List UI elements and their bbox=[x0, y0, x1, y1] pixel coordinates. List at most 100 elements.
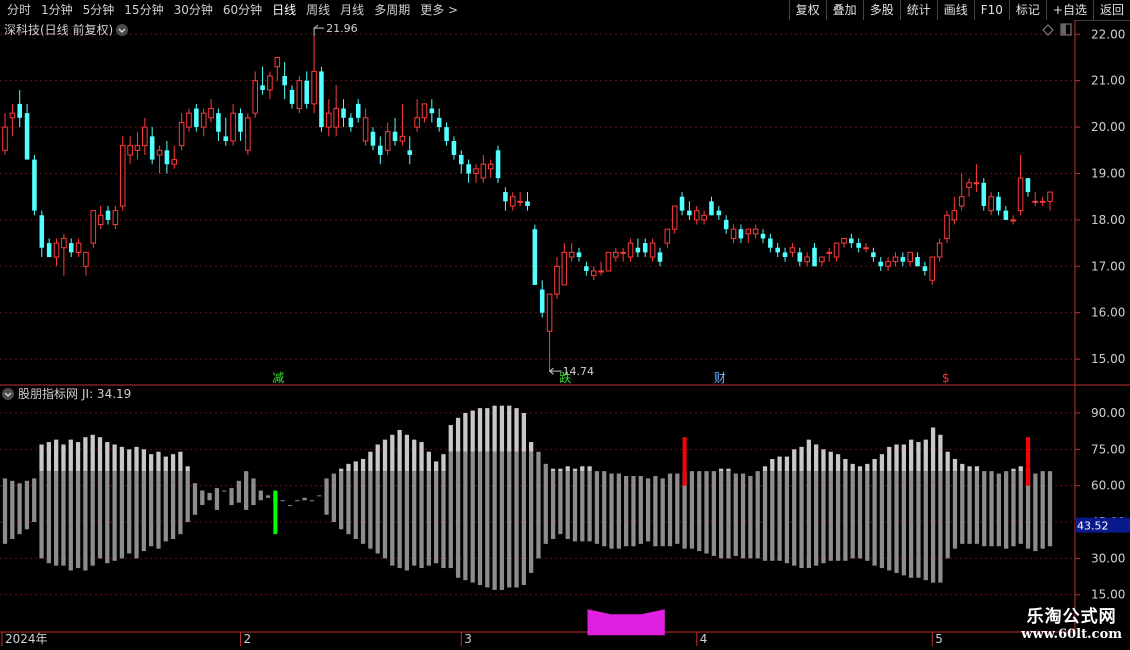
candle bbox=[768, 238, 773, 248]
indicator-bar bbox=[719, 471, 724, 559]
indicator-bar bbox=[280, 500, 285, 502]
candle bbox=[775, 247, 780, 253]
indicator-bar bbox=[258, 490, 263, 501]
indicator-bar-top bbox=[470, 410, 475, 452]
indicator-bar bbox=[17, 483, 22, 535]
candle bbox=[105, 210, 111, 220]
candle bbox=[216, 113, 221, 132]
indicator-bar-top bbox=[112, 444, 117, 472]
main-panel[interactable] bbox=[0, 20, 1075, 385]
indicator-bar bbox=[733, 473, 738, 556]
indicator-bar-top bbox=[141, 449, 146, 472]
indicator-bar bbox=[1040, 471, 1045, 549]
indicator-bar bbox=[404, 471, 410, 571]
indicator-bar-top bbox=[916, 442, 921, 472]
candle bbox=[745, 228, 752, 235]
candle bbox=[451, 141, 457, 155]
indicator-bar bbox=[134, 471, 139, 559]
indicator-bar bbox=[54, 471, 59, 566]
indicator-bar-top bbox=[463, 412, 468, 452]
date-axis-labels: 2024年23456 bbox=[1, 632, 943, 646]
indicator-bar-top bbox=[83, 437, 88, 472]
indicator-bar bbox=[521, 451, 526, 586]
candle bbox=[620, 251, 626, 254]
indicator-bar bbox=[879, 471, 885, 569]
indicator-series bbox=[2, 405, 1053, 636]
candle bbox=[200, 112, 207, 128]
indicator-bar bbox=[624, 475, 629, 547]
candle bbox=[679, 196, 685, 211]
indicator-bar-top bbox=[726, 468, 731, 472]
event-marker-0[interactable]: 减 bbox=[272, 371, 284, 385]
candle bbox=[378, 145, 383, 155]
indicator-bar bbox=[353, 471, 358, 539]
indicator-bar-top bbox=[448, 425, 453, 452]
candle bbox=[407, 150, 413, 155]
indicator-bar-top bbox=[792, 449, 797, 472]
candle bbox=[399, 135, 406, 142]
indicator-bar-top bbox=[799, 446, 804, 472]
event-marker-3[interactable]: $ bbox=[942, 371, 950, 385]
candle bbox=[826, 251, 833, 254]
indicator-title: 股朋指标网 bbox=[18, 386, 78, 401]
indicator-bar bbox=[149, 471, 154, 547]
indicator-bar bbox=[594, 471, 600, 544]
indicator-bar bbox=[536, 451, 541, 559]
indicator-bar-top bbox=[843, 459, 848, 472]
indicator-bar bbox=[901, 471, 906, 576]
indicator-bar bbox=[887, 471, 892, 571]
candle bbox=[83, 251, 89, 267]
event-marker-1[interactable]: 跌 bbox=[559, 370, 571, 385]
indicator-bar-top bbox=[339, 468, 344, 472]
candle bbox=[760, 233, 766, 239]
candle bbox=[311, 70, 317, 105]
indicator-bar bbox=[499, 451, 505, 590]
candle bbox=[1032, 200, 1039, 203]
indicator-bar bbox=[996, 473, 1001, 547]
indicator-bar-top bbox=[477, 408, 483, 452]
indicator-bar-top bbox=[879, 454, 885, 472]
indicator-bar bbox=[967, 471, 972, 544]
price-tick-label: 19.00 bbox=[1091, 166, 1125, 180]
indicator-bar-top bbox=[90, 434, 95, 472]
indicator-bar-top bbox=[419, 442, 424, 472]
candle bbox=[149, 136, 155, 160]
indicator-bar bbox=[295, 500, 300, 502]
candle bbox=[296, 80, 303, 110]
indicator-bar-top bbox=[397, 429, 402, 472]
axes: 15.00 16.00 17.00 18.00 19.00 20.00 21.00 22.00… bbox=[1075, 27, 1125, 602]
price-tick-label: 17.00 bbox=[1091, 259, 1125, 273]
indicator-bar bbox=[638, 475, 643, 544]
indicator-bar bbox=[32, 478, 37, 523]
indicator-bar bbox=[68, 471, 73, 571]
candle bbox=[525, 201, 530, 206]
candle bbox=[693, 210, 700, 221]
chart-canvas[interactable]: 15.00 16.00 17.00 18.00 19.00 20.00 21.00 22.00… bbox=[0, 0, 1130, 650]
title-dropdown-icon[interactable] bbox=[116, 24, 128, 36]
indicator-bar bbox=[309, 500, 315, 502]
current-value-label: 43.52 bbox=[1077, 520, 1109, 533]
indicator-bar-top bbox=[784, 456, 790, 472]
indicator-tick-label: 15.00 bbox=[1091, 588, 1125, 602]
indicator-bar bbox=[755, 471, 760, 559]
indicator-dropdown-icon[interactable] bbox=[2, 388, 14, 400]
indicator-bar-top bbox=[974, 466, 980, 472]
event-marker-2[interactable]: 财 bbox=[714, 371, 726, 385]
date-label: 5 bbox=[935, 632, 943, 646]
candle bbox=[789, 247, 796, 253]
indicator-bar bbox=[814, 471, 819, 566]
indicator-bar-top bbox=[170, 454, 176, 472]
indicator-bar bbox=[244, 471, 249, 510]
stock-title: 深科技(日线 前复权) bbox=[4, 22, 113, 37]
indicator-bar bbox=[455, 451, 461, 578]
indicator-bar bbox=[770, 471, 775, 561]
indicator-bar bbox=[251, 478, 256, 506]
candle bbox=[554, 265, 560, 295]
buy-signal-bar bbox=[273, 490, 278, 535]
candle bbox=[812, 247, 817, 267]
indicator-bar bbox=[850, 471, 855, 559]
indicator-bar bbox=[631, 475, 636, 547]
indicator-bar bbox=[909, 471, 914, 578]
candle bbox=[958, 196, 965, 207]
candle bbox=[1039, 200, 1046, 203]
